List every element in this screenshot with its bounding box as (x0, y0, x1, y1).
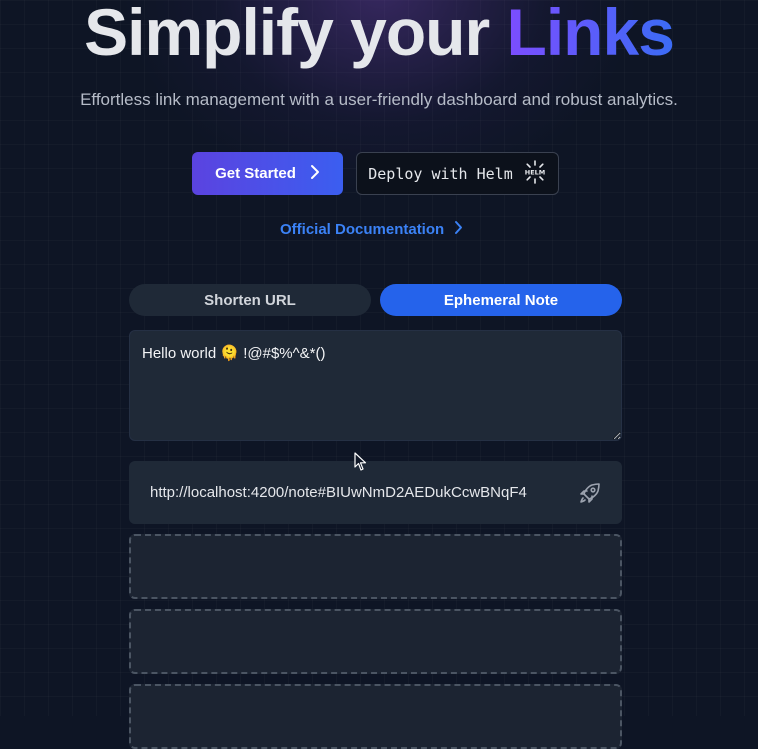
chevron-right-icon (310, 164, 320, 184)
helm-wheel-icon: HELM (523, 159, 547, 188)
mouse-cursor-icon (354, 452, 368, 472)
hero-title: Simplify your Links (0, 0, 758, 74)
note-textarea[interactable]: Hello world 🫠 !@#$%^&*() (129, 330, 622, 441)
get-started-label: Get Started (215, 165, 296, 182)
chevron-right-icon (454, 220, 463, 239)
tab-shorten-url[interactable]: Shorten URL (129, 284, 371, 316)
result-url-box: http://localhost:4200/note#BIUwNmD2AEDuk… (129, 461, 622, 524)
tab-ephemeral-note[interactable]: Ephemeral Note (380, 284, 622, 316)
deploy-with-helm-button[interactable]: Deploy with Helm HELM (356, 152, 559, 195)
empty-slot-3 (129, 684, 622, 749)
hero-title-accent: Links (507, 0, 675, 69)
deploy-label: Deploy with Helm (368, 164, 513, 183)
docs-link-label: Official Documentation (280, 220, 445, 238)
empty-slot-2 (129, 609, 622, 674)
svg-text:HELM: HELM (525, 168, 546, 176)
hero-subtitle: Effortless link management with a user-f… (80, 90, 678, 109)
hero-title-main: Simplify your (84, 0, 507, 69)
get-started-button[interactable]: Get Started (192, 152, 343, 195)
result-url[interactable]: http://localhost:4200/note#BIUwNmD2AEDuk… (150, 484, 550, 501)
rocket-icon[interactable] (578, 481, 602, 505)
official-documentation-link[interactable]: Official Documentation (280, 218, 463, 240)
empty-slot-1 (129, 534, 622, 599)
